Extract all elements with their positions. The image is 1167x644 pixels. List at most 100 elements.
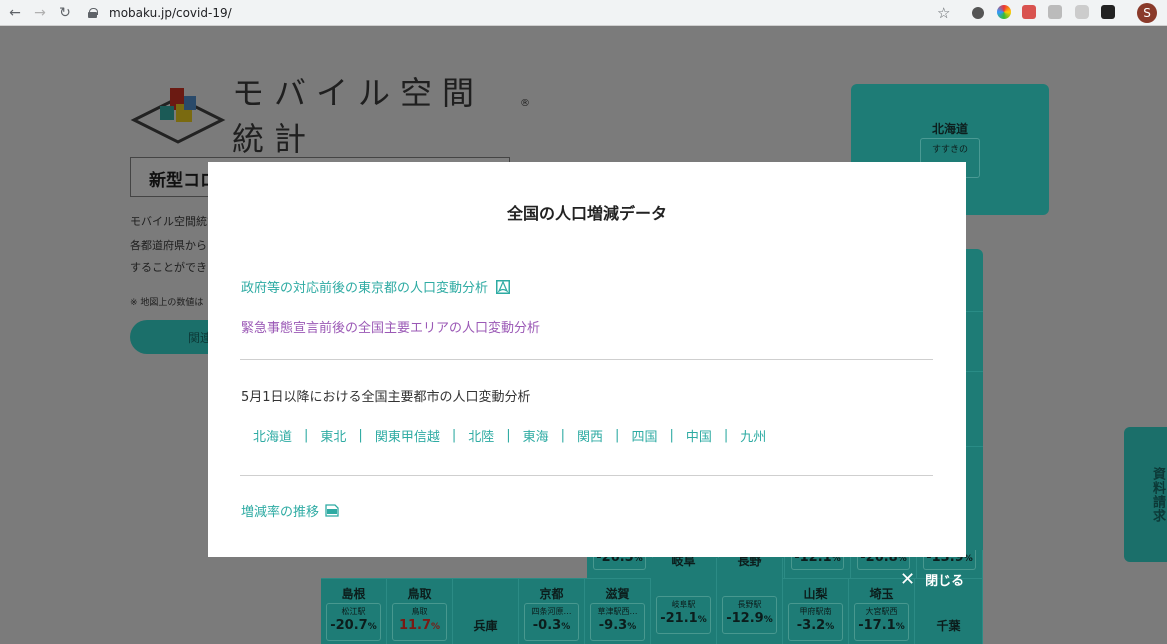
station-label: すすきの [931, 145, 968, 155]
rate-unit: % [627, 622, 637, 632]
cities-analysis-label: 5月1日以降における全国主要都市の人口変動分析 [241, 390, 531, 405]
map-tile-gifu[interactable]: 岐阜 岐阜駅 -21.1% [651, 554, 717, 644]
logo-text: モバイル空間統計 [232, 74, 485, 158]
divider [240, 359, 933, 360]
map-tile-yamanashi[interactable]: 山梨 甲府駅南 -3.2% [783, 578, 849, 644]
description-line-3: することができ [130, 261, 207, 274]
rate-box: -9.3% [591, 618, 644, 633]
extension-icon-1[interactable] [972, 7, 984, 19]
site-logo[interactable]: モバイル空間統計 ® [130, 74, 530, 158]
rate-value: 11.7 [398, 618, 432, 633]
station-box: 草津駅西… -9.3% [590, 603, 645, 641]
rate-value: -20.7 [330, 618, 368, 633]
profile-avatar[interactable]: S [1137, 3, 1157, 23]
region-link-shikoku[interactable]: 四国 [619, 426, 669, 445]
region-links: 北海道 | 東北 | 関東甲信越 | 北陸 | 東海 | 関西 | 四国 | 中… [241, 426, 778, 445]
close-icon: ✕ [900, 568, 916, 590]
description-line-2: 各都道府県から [130, 239, 207, 252]
trend-csv-link[interactable]: 増減率の推移 [241, 501, 339, 520]
rate-box: 11.7% [393, 618, 446, 633]
rate-unit: % [763, 615, 773, 625]
related-button[interactable]: 関連 [130, 320, 208, 354]
region-link-kyushu[interactable]: 九州 [728, 426, 778, 445]
station-label: 松江駅 [341, 607, 366, 616]
request-materials-tab[interactable]: 資料請求 [1124, 427, 1167, 562]
page-title: 新型コロ [149, 171, 217, 191]
link-label: 増減率の推移 [241, 505, 320, 520]
map-tile-tottori[interactable]: 鳥取 鳥取 11.7% [387, 578, 453, 644]
map-note: ※ 地図上の数値は [130, 298, 204, 308]
prefecture-map: -26.5% -12.1% -26.8% -13.9% 島根 松江駅 -20.7… [320, 550, 983, 644]
station-label: 鳥取 [411, 607, 428, 616]
region-link-hokuriku[interactable]: 北陸 [456, 426, 506, 445]
rate-unit: % [431, 622, 441, 632]
lock-icon [88, 8, 98, 18]
rate-value: -17.1 [858, 618, 896, 633]
rate-unit: % [697, 615, 707, 625]
extension-icon-4[interactable] [1048, 5, 1062, 19]
rate-box: -12.9% [723, 611, 776, 626]
pref-label: 北海道 [931, 122, 968, 136]
station-box: 長野駅 -12.9% [722, 596, 777, 634]
address-bar[interactable]: mobaku.jp/covid-19/ [88, 3, 958, 23]
rate-value: -0.3 [532, 618, 562, 633]
rate-value: -21.1 [660, 611, 698, 626]
pref-label: 兵庫 [473, 619, 498, 633]
tokyo-analysis-pdf-link[interactable]: 政府等の対応前後の東京都の人口変動分析 [241, 277, 511, 296]
station-box: 松江駅 -20.7% [326, 603, 381, 641]
reload-icon[interactable]: ↻ [55, 3, 75, 23]
registered-mark: ® [520, 98, 530, 109]
extension-icon-6[interactable] [1101, 5, 1115, 19]
pref-label: 島根 [341, 587, 366, 601]
rate-unit: % [561, 622, 571, 632]
map-tile-shiga[interactable]: 滋賀 草津駅西… -9.3% [585, 578, 651, 644]
rate-box: -20.7% [327, 618, 380, 633]
url-text[interactable]: mobaku.jp/covid-19/ [109, 6, 232, 20]
rate-value: -12.9 [726, 611, 764, 626]
map-tile-shimane[interactable]: 島根 松江駅 -20.7% [321, 578, 387, 644]
station-box: 岐阜駅 -21.1% [656, 596, 711, 634]
bookmark-star-icon[interactable]: ☆ [937, 4, 950, 22]
pref-label: 千葉 [936, 619, 961, 633]
extension-icon-5[interactable] [1075, 5, 1089, 19]
station-label: 四条河原… [531, 607, 572, 616]
close-button[interactable]: ✕ 閉じる [900, 570, 964, 589]
rate-box: -3.2% [789, 618, 842, 633]
station-label: 大宮駅西 [865, 607, 898, 616]
forward-icon[interactable]: → [30, 3, 50, 23]
rate-unit: % [825, 622, 835, 632]
modal-title: 全国の人口増減データ [506, 204, 667, 223]
description-line-1: モバイル空間統計 [130, 215, 208, 228]
region-link-tokai[interactable]: 東海 [511, 426, 561, 445]
rate-box: -17.1% [855, 618, 908, 633]
extension-icon-2[interactable] [997, 5, 1011, 19]
extension-icon-3[interactable] [1022, 5, 1036, 19]
station-box: 鳥取 11.7% [392, 603, 447, 641]
rate-value: -3.2 [796, 618, 826, 633]
back-icon[interactable]: ← [5, 3, 25, 23]
region-link-kanto-koshinetsu[interactable]: 関東甲信越 [363, 426, 452, 445]
map-tile-nagano[interactable]: 長野 長野駅 -12.9% [717, 554, 783, 644]
region-link-tohoku[interactable]: 東北 [308, 426, 358, 445]
divider [240, 475, 933, 476]
logo-cube-icon [130, 84, 226, 144]
pdf-icon [496, 279, 511, 294]
pref-label: 山梨 [803, 587, 828, 601]
csv-icon [325, 504, 339, 517]
pref-label: 鳥取 [407, 587, 432, 601]
pref-label: 京都 [539, 587, 564, 601]
station-box: 大宮駅西 -17.1% [854, 603, 909, 641]
region-link-chugoku[interactable]: 中国 [674, 426, 724, 445]
emergency-analysis-link[interactable]: 緊急事態宣言前後の全国主要エリアの人口変動分析 [241, 317, 540, 336]
rate-unit: % [895, 622, 905, 632]
station-label: 長野駅 [737, 600, 762, 609]
rate-box: -21.1% [657, 611, 710, 626]
station-label: 甲府駅南 [799, 607, 832, 616]
rate-value: -9.3 [598, 618, 628, 633]
map-tile-kyoto[interactable]: 京都 四条河原… -0.3% [519, 578, 585, 644]
station-box: 四条河原… -0.3% [524, 603, 579, 641]
close-label: 閉じる [925, 574, 965, 589]
region-link-kansai[interactable]: 関西 [565, 426, 615, 445]
map-tile-hyogo[interactable]: 兵庫 [453, 578, 519, 644]
region-link-hokkaido[interactable]: 北海道 [241, 426, 304, 445]
